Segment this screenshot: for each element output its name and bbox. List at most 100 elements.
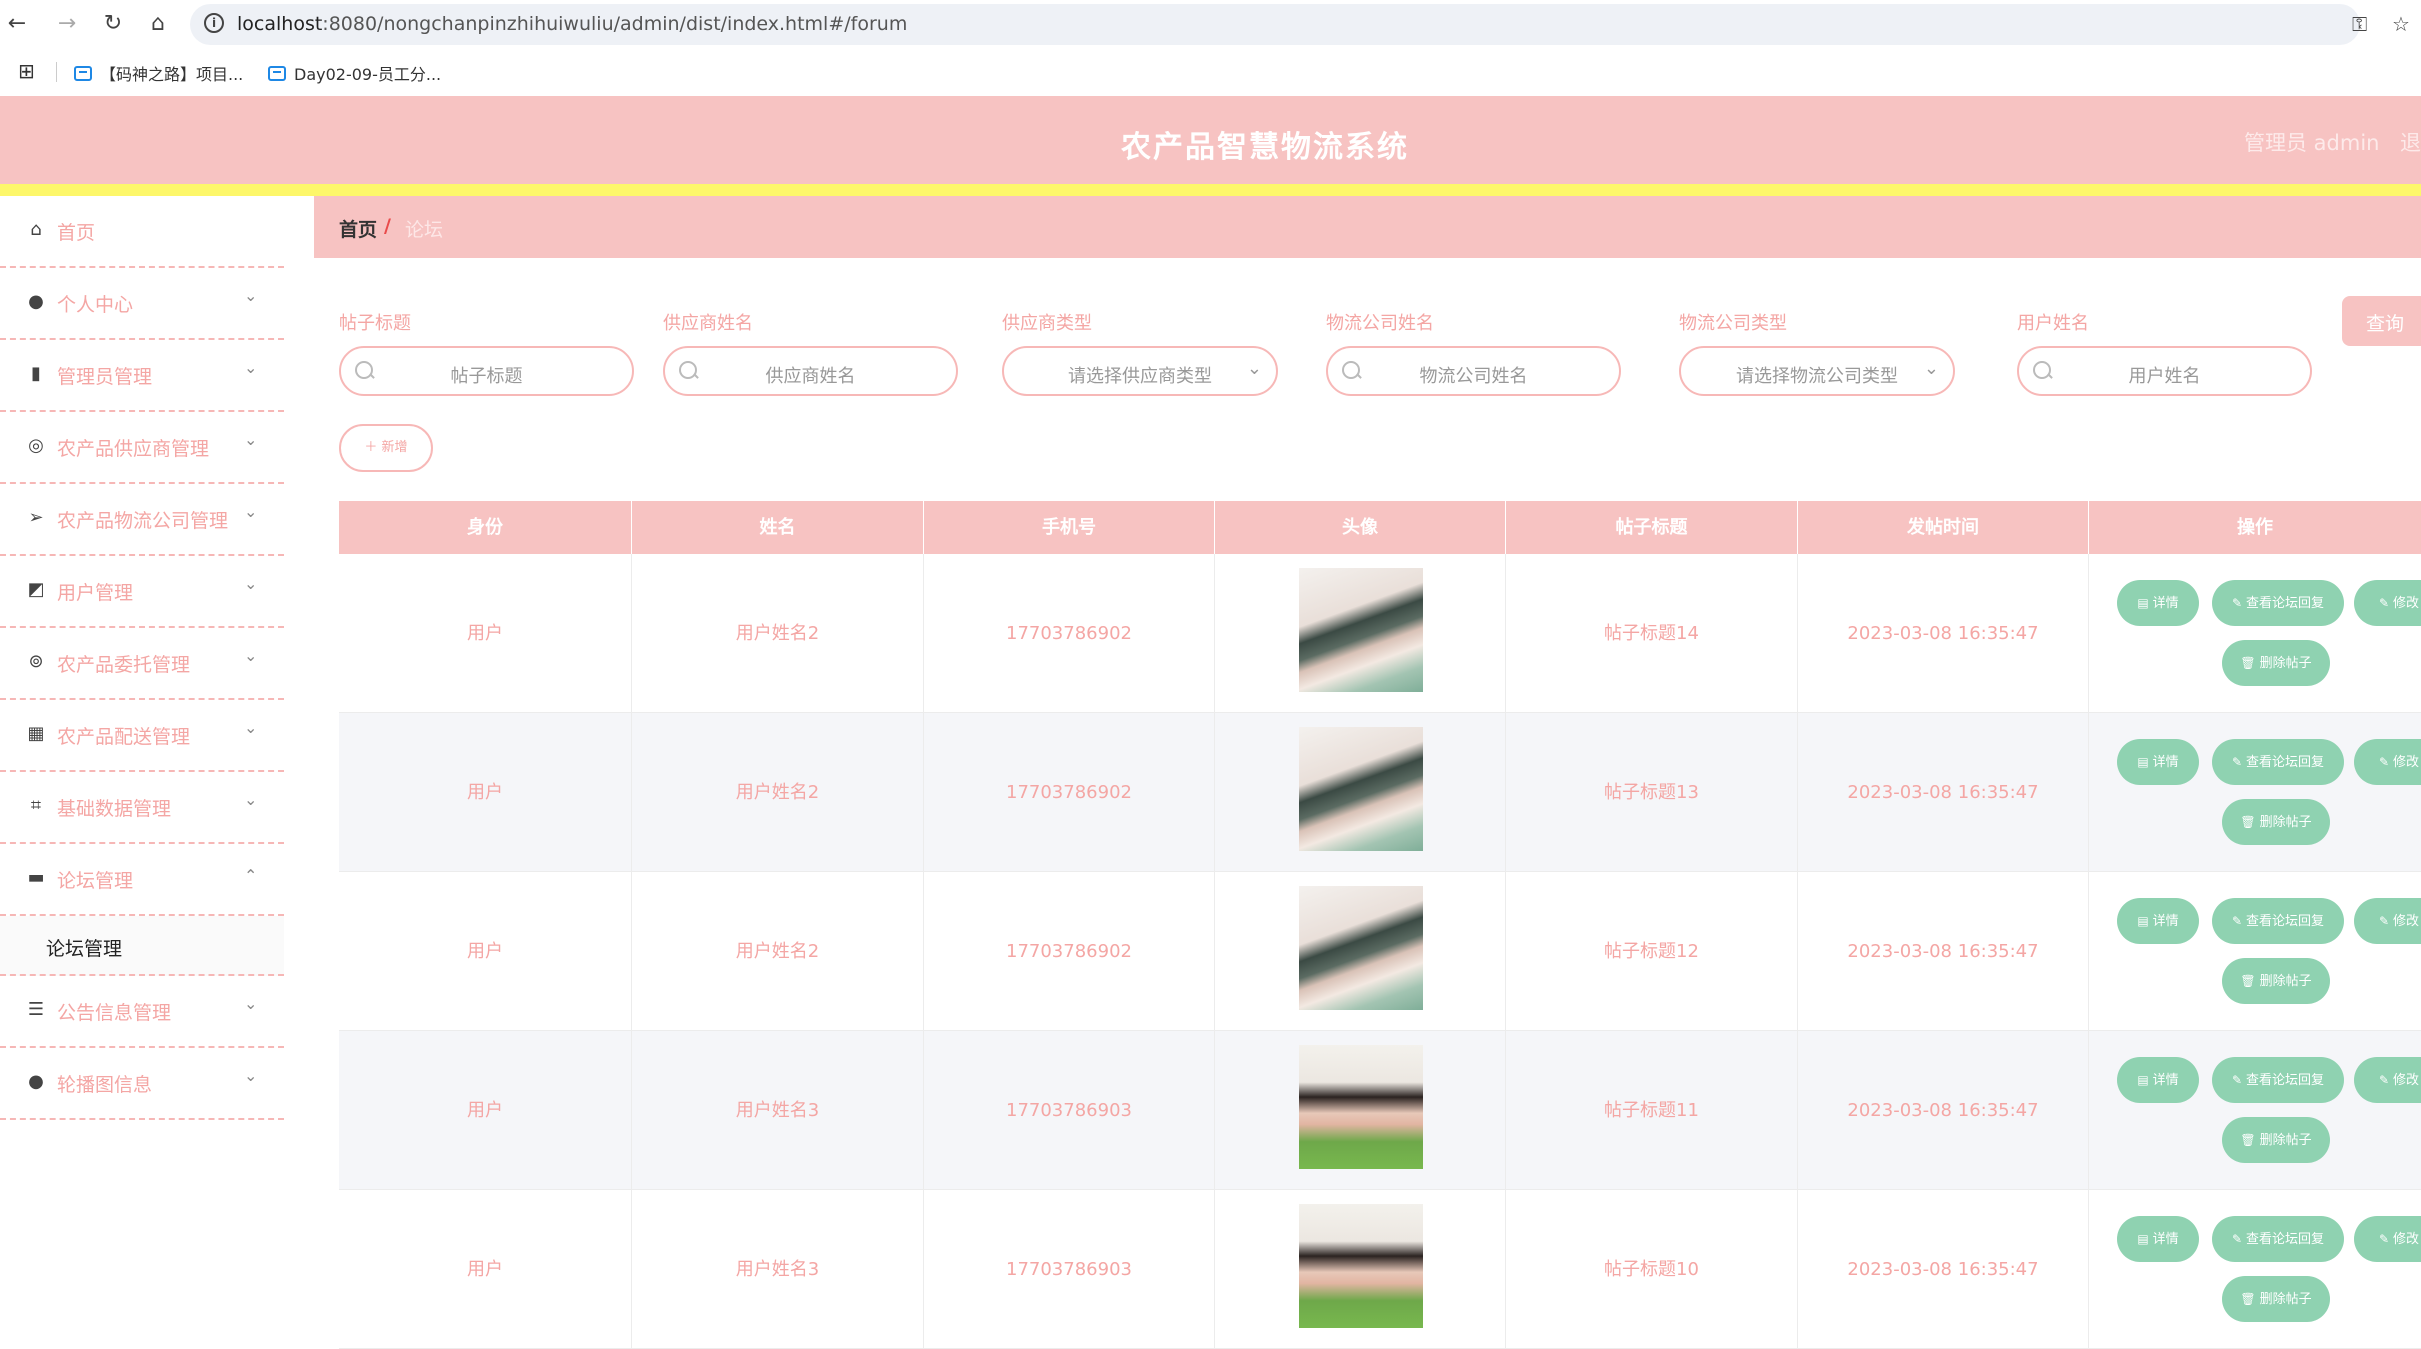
edit-button[interactable]: ✎ 修改 (2354, 739, 2421, 785)
url-text[interactable]: localhost:8080/nongchanpinzhihuiwuliu/ad… (237, 13, 907, 35)
app-title: 农产品智慧物流系统 (1121, 130, 1409, 165)
view-reply-button[interactable]: ✎ 查看论坛回复 (2212, 898, 2344, 944)
sidebar-item-personal[interactable]: ● 个人中心 ⌄ (0, 268, 284, 340)
supplier-name-placeholder: 供应商姓名 (765, 366, 856, 387)
chevron-down-icon: ⌄ (244, 790, 258, 809)
breadcrumb-home[interactable]: 首页 (339, 215, 377, 242)
chevron-down-icon: ⌄ (244, 718, 258, 737)
table-row: 用户 用户姓名2 17703786902 帖子标题13 2023-03-08 1… (339, 713, 2421, 872)
detail-button[interactable]: ▤ 详情 (2117, 580, 2199, 626)
avatar[interactable] (1299, 1045, 1423, 1169)
chevron-down-icon: ⌄ (1923, 358, 1939, 379)
browser-toolbar: ← → ↻ ⌂ i localhost:8080/nongchanpinzhih… (0, 0, 2421, 50)
supplier-type-select[interactable]: 请选择供应商类型 ⌄ (1002, 346, 1278, 396)
cell-post-title: 帖子标题12 (1506, 872, 1798, 1031)
detail-button[interactable]: ▤ 详情 (2117, 739, 2199, 785)
sidebar-item-home[interactable]: ⌂ 首页 (0, 196, 284, 268)
sidebar-item-forum[interactable]: ▬ 论坛管理 ⌃ (0, 844, 284, 916)
sidebar-item-label: 用户管理 (57, 582, 134, 604)
cell-role: 用户 (339, 554, 632, 713)
forward-icon[interactable]: → (50, 6, 84, 40)
logistics-type-select[interactable]: 请选择物流公司类型 ⌄ (1679, 346, 1955, 396)
breadcrumb-separator: / (384, 215, 391, 237)
supplier-type-label: 供应商类型 (1002, 313, 1092, 334)
bookmark-star-icon[interactable]: ☆ (2392, 12, 2410, 36)
cell-post-title: 帖子标题11 (1506, 1031, 1798, 1190)
sidebar-item-carousel[interactable]: ● 轮播图信息 ⌄ (0, 1048, 284, 1120)
view-reply-button[interactable]: ✎ 查看论坛回复 (2212, 1057, 2344, 1103)
apps-grid-icon[interactable]: ⊞ (18, 59, 35, 83)
user-name-placeholder: 用户姓名 (2128, 366, 2201, 387)
bookmark-1[interactable]: 【码神之路】项目... (74, 61, 243, 85)
post-title-label: 帖子标题 (339, 313, 411, 334)
avatar[interactable] (1299, 1204, 1423, 1328)
view-reply-button[interactable]: ✎ 查看论坛回复 (2212, 580, 2344, 626)
detail-button[interactable]: ▤ 详情 (2117, 898, 2199, 944)
add-button[interactable]: ＋ 新增 (339, 424, 433, 472)
sidebar-item-logistics[interactable]: ➢ 农产品物流公司管理 ⌄ (0, 484, 284, 556)
view-reply-button[interactable]: ✎ 查看论坛回复 (2212, 1216, 2344, 1262)
edit-button[interactable]: ✎ 修改 (2354, 898, 2421, 944)
sidebar-item-label: 轮播图信息 (57, 1074, 153, 1096)
chevron-down-icon: ⌄ (244, 502, 258, 521)
sidebar-item-label: 论坛管理 (57, 870, 134, 892)
cell-phone: 17703786903 (924, 1031, 1215, 1190)
sidebar-item-label: 农产品物流公司管理 (57, 510, 229, 532)
edit-button[interactable]: ✎ 修改 (2354, 580, 2421, 626)
sidebar-item-users[interactable]: ◩ 用户管理 ⌄ (0, 556, 284, 628)
delete-post-button[interactable]: 🗑 删除帖子 (2222, 1117, 2330, 1163)
logistics-name-input[interactable]: 物流公司姓名 (1326, 346, 1621, 396)
logout-link[interactable]: 退 (2400, 127, 2421, 157)
home-nav-icon[interactable]: ⌂ (141, 6, 175, 40)
sidebar-item-supplier[interactable]: ◎ 农产品供应商管理 ⌄ (0, 412, 284, 484)
trash-icon: 🗑 (2240, 656, 2256, 670)
sidebar-item-label: 管理员管理 (57, 366, 153, 388)
edit-button[interactable]: ✎ 修改 (2354, 1057, 2421, 1103)
sidebar-item-label: 基础数据管理 (57, 798, 172, 820)
key-icon[interactable]: ⚿ (2352, 12, 2367, 36)
detail-button[interactable]: ▤ 详情 (2117, 1057, 2199, 1103)
bookmark-2[interactable]: Day02-09-员工分... (268, 61, 441, 85)
chevron-down-icon: ⌄ (244, 286, 258, 305)
address-bar[interactable]: i localhost:8080/nongchanpinzhihuiwuliu/… (190, 4, 2360, 45)
query-button[interactable]: 查询 (2342, 296, 2421, 346)
avatar[interactable] (1299, 727, 1423, 851)
cell-name: 用户姓名3 (632, 1031, 924, 1190)
site-info-icon[interactable]: i (204, 13, 224, 33)
cell-name: 用户姓名2 (632, 554, 924, 713)
supplier-name-input[interactable]: 供应商姓名 (663, 346, 958, 396)
cell-phone: 17703786903 (924, 1190, 1215, 1349)
logistics-name-label: 物流公司姓名 (1326, 313, 1434, 334)
sidebar-subitem-forum[interactable]: 论坛管理 (0, 916, 284, 976)
post-title-input[interactable]: 帖子标题 (339, 346, 634, 396)
chevron-up-icon: ⌃ (244, 866, 258, 885)
user-name-input[interactable]: 用户姓名 (2017, 346, 2312, 396)
sidebar-item-entrust[interactable]: ⊚ 农产品委托管理 ⌄ (0, 628, 284, 700)
avatar[interactable] (1299, 886, 1423, 1010)
delete-post-button[interactable]: 🗑 删除帖子 (2222, 1276, 2330, 1322)
edit-button[interactable]: ✎ 修改 (2354, 1216, 2421, 1262)
delete-post-button[interactable]: 🗑 删除帖子 (2222, 799, 2330, 845)
table-row: 用户 用户姓名3 17703786903 帖子标题11 2023-03-08 1… (339, 1031, 2421, 1190)
post-title-placeholder: 帖子标题 (450, 366, 523, 387)
back-icon[interactable]: ← (0, 6, 34, 40)
delete-post-button[interactable]: 🗑 删除帖子 (2222, 958, 2330, 1004)
trash-icon: 🗑 (2240, 1133, 2256, 1147)
sidebar-item-delivery[interactable]: ▦ 农产品配送管理 ⌄ (0, 700, 284, 772)
detail-button[interactable]: ▤ 详情 (2117, 1216, 2199, 1262)
avatar[interactable] (1299, 568, 1423, 692)
cell-phone: 17703786902 (924, 713, 1215, 872)
sidebar-item-admin[interactable]: ▮ 管理员管理 ⌄ (0, 340, 284, 412)
compass-icon: ◎ (28, 435, 44, 456)
reload-icon[interactable]: ↻ (96, 6, 130, 40)
sidebar-item-basedata[interactable]: ⌗ 基础数据管理 ⌄ (0, 772, 284, 844)
sidebar-item-notice[interactable]: ☰ 公告信息管理 ⌄ (0, 976, 284, 1048)
col-name: 姓名 (632, 501, 924, 554)
logistics-type-placeholder: 请选择物流公司类型 (1736, 366, 1898, 387)
view-reply-button[interactable]: ✎ 查看论坛回复 (2212, 739, 2344, 785)
col-avatar: 头像 (1215, 501, 1506, 554)
logistics-type-label: 物流公司类型 (1679, 313, 1787, 334)
delete-post-button[interactable]: 🗑 删除帖子 (2222, 640, 2330, 686)
send-icon: ➢ (28, 507, 44, 528)
bookmarks-bar: ⊞ 【码神之路】项目... Day02-09-员工分... (0, 50, 2421, 94)
